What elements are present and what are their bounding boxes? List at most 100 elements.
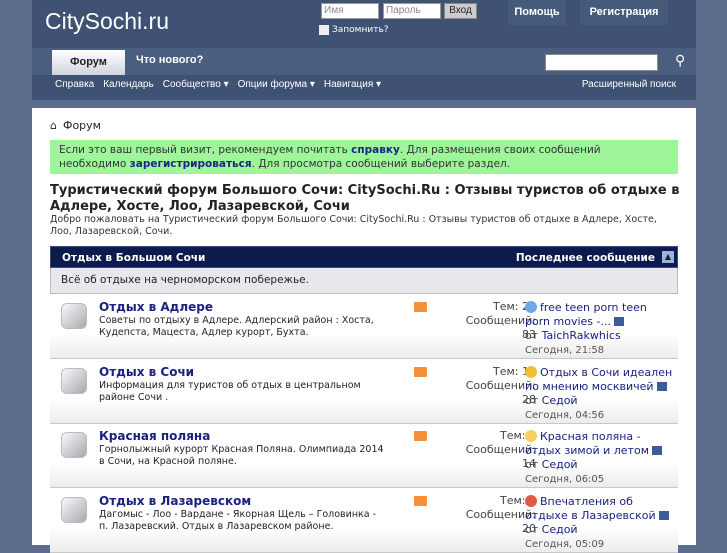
rss-icon[interactable]	[414, 495, 427, 506]
rss-icon[interactable]	[414, 431, 427, 441]
tab-whats-new[interactable]: Что нового?	[136, 54, 203, 66]
forum-row: Красная поляна Горнолыжный курорт Красна…	[50, 424, 678, 488]
topics-count: Тем: 23	[493, 300, 536, 313]
page-title: Туристический форум Большого Сочи: CityS…	[50, 183, 680, 214]
subnav-navigation[interactable]: Навигация ▾	[324, 79, 381, 90]
posts-label: Сообщений:	[465, 314, 536, 327]
go-to-post-icon[interactable]	[658, 510, 669, 520]
last-post-author[interactable]: TaichRakwhics	[542, 329, 621, 342]
category-description: Всё об отдыхе на черноморском побережье.	[50, 268, 678, 294]
last-post-author[interactable]: Седой	[542, 394, 578, 407]
username-input[interactable]: Имя	[321, 3, 379, 19]
posts-label: Сообщений:	[465, 443, 536, 456]
post-icon	[525, 301, 537, 313]
register-link[interactable]: Регистрация	[580, 0, 668, 25]
register-link[interactable]: зарегистрироваться	[130, 158, 252, 170]
collapse-icon[interactable]: ▲	[662, 251, 674, 263]
remember-label: Запомнить?	[332, 25, 389, 35]
subnav-help[interactable]: Справка	[55, 79, 94, 90]
posts-label: Сообщений:	[465, 507, 536, 521]
last-post: free teen porn teen porn movies -... от T…	[525, 301, 675, 358]
last-post-link[interactable]: Красная поляна - отдых зимой и летом	[525, 430, 649, 457]
home-icon[interactable]: ⌂	[50, 119, 57, 132]
breadcrumb-forum[interactable]: Форум	[63, 119, 101, 132]
remember-me[interactable]: Запомнить?	[319, 25, 389, 35]
go-to-post-icon[interactable]	[613, 317, 624, 326]
subnav: Справка Календарь Сообщество ▾ Опции фор…	[55, 79, 381, 90]
topics-count: Тем: 5	[500, 493, 536, 507]
forum-row: Отдых в Адлере Советы по отдыху в Адлере…	[50, 295, 678, 359]
topics-count: Тем: 2	[500, 429, 536, 442]
by-label: от	[525, 458, 542, 471]
forum-stats: Тем: 23 Сообщений: 83	[428, 300, 536, 342]
last-post-date: Сегодня, 21:58	[525, 345, 605, 356]
topics-count: Тем: 11	[493, 364, 536, 378]
subnav-community[interactable]: Сообщество ▾	[163, 79, 229, 90]
advanced-search-link[interactable]: Расширенный поиск	[582, 79, 676, 90]
go-to-post-icon[interactable]	[652, 446, 662, 455]
tab-forum[interactable]: Форум	[52, 50, 125, 75]
posts-count: 14	[522, 457, 536, 470]
forum-description: Информация для туристов об отдых в центр…	[99, 379, 361, 403]
forum-stats: Тем: 2 Сообщений: 14	[428, 429, 536, 471]
by-label: от	[525, 522, 542, 536]
forum-status-icon	[61, 496, 87, 523]
site-logo[interactable]: CitySochi.ru	[45, 8, 169, 35]
forum-title[interactable]: Отдых в Лазаревском	[99, 494, 251, 508]
forum-row: Отдых в Сочи Информация для туристов об …	[50, 359, 678, 424]
posts-count: 20	[522, 521, 536, 535]
forum-stats: Тем: 11 Сообщений: 28	[428, 365, 536, 407]
navbar: Форум Что нового? ⚲	[32, 48, 696, 75]
go-to-post-icon[interactable]	[656, 381, 667, 391]
login-button[interactable]: Вход	[444, 3, 477, 19]
post-icon	[525, 494, 537, 507]
last-post: Отдых в Сочи идеален по мнению москвичей…	[525, 365, 675, 423]
subnav-forum-options[interactable]: Опции форума ▾	[238, 79, 315, 90]
forum-title[interactable]: Красная поляна	[99, 429, 210, 443]
by-label: от	[525, 393, 542, 407]
last-post-date: Сегодня, 04:56	[525, 409, 605, 421]
category-title[interactable]: Отдых в Большом Сочи	[62, 252, 205, 264]
forum-status-icon	[61, 303, 87, 329]
forum-title[interactable]: Отдых в Адлере	[99, 300, 213, 314]
posts-count: 28	[522, 392, 536, 406]
last-post-author[interactable]: Седой	[542, 523, 578, 536]
last-post-date: Сегодня, 06:05	[525, 474, 605, 485]
remember-checkbox[interactable]	[319, 25, 329, 35]
header: CitySochi.ru Имя Пароль Вход Запомнить? …	[32, 0, 696, 100]
breadcrumb: ⌂ Форум	[50, 119, 101, 132]
forum-status-icon	[61, 367, 87, 394]
forum-title[interactable]: Отдых в Сочи	[99, 365, 194, 379]
last-post-link[interactable]: Отдых в Сочи идеален по мнению москвичей	[525, 366, 672, 393]
main-content: ⌂ Форум Если это ваш первый визит, рекоме…	[32, 108, 696, 553]
search-input[interactable]	[545, 54, 658, 71]
rss-icon[interactable]	[414, 366, 427, 377]
forum-description: Горнолыжный курорт Красная Поляна. Олимп…	[99, 444, 384, 467]
forum-row: Отдых в Лазаревском Дагомыс - Лоо - Вард…	[50, 488, 678, 553]
forum-stats: Тем: 5 Сообщений: 20	[428, 494, 536, 536]
last-post: Красная поляна - отдых зимой и летом от С…	[525, 430, 675, 487]
last-post-link[interactable]: Впечатления об отдыхе в Лазаревской	[525, 495, 656, 522]
last-post-header: Последнее сообщение	[515, 252, 655, 264]
notice-text: . Для просмотра сообщений выберите разде…	[251, 158, 511, 170]
category-header: Отдых в Большом Сочи Последнее сообщение…	[50, 246, 678, 268]
subnav-calendar[interactable]: Календарь	[103, 79, 153, 90]
post-icon	[525, 365, 537, 378]
by-label: от	[525, 329, 542, 342]
last-post-author[interactable]: Седой	[542, 458, 578, 471]
welcome-text: Добро пожаловать на Туристический форум …	[50, 214, 657, 237]
password-input[interactable]: Пароль	[383, 3, 441, 19]
search-icon[interactable]: ⚲	[675, 53, 685, 69]
last-post-date: Сегодня, 05:09	[525, 538, 605, 550]
posts-count: 83	[522, 328, 536, 341]
last-post-link[interactable]: free teen porn teen porn movies -...	[525, 301, 647, 328]
last-post: Впечатления об отдыхе в Лазаревской от Се…	[525, 494, 675, 552]
forum-description: Дагомыс - Лоо - Вардане - Якорная Щель –…	[99, 508, 377, 532]
forum-status-icon	[61, 432, 87, 458]
help-link[interactable]: Помощь	[508, 0, 566, 25]
notice-text: Если это ваш первый визит, рекомендуем п…	[59, 144, 352, 156]
help-link[interactable]: справку	[351, 144, 400, 156]
forum-description: Советы по отдыху в Адлере. Адлерский рай…	[99, 315, 374, 338]
rss-icon[interactable]	[414, 302, 427, 312]
posts-label: Сообщений:	[465, 378, 536, 392]
